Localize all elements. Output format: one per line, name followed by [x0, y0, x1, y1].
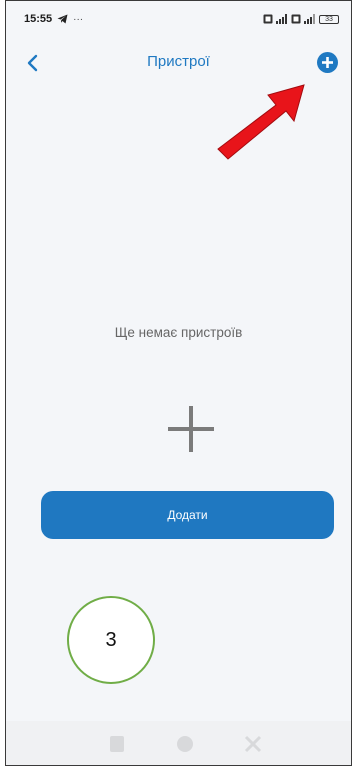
status-left: 15:55 ··· — [24, 13, 83, 25]
plus-icon[interactable] — [168, 406, 214, 452]
header: Пристрої — [6, 45, 351, 81]
step-badge: 3 — [67, 596, 155, 684]
signal-icon — [276, 14, 287, 24]
telegram-icon — [57, 14, 68, 24]
status-bar: 15:55 ··· 33 — [6, 1, 351, 37]
plus-circle-icon — [322, 57, 333, 68]
settings-icon[interactable] — [242, 733, 264, 755]
home-icon[interactable] — [174, 733, 196, 755]
battery-icon: 33 — [319, 14, 339, 24]
device-icon[interactable] — [106, 733, 128, 755]
page-title: Пристрої — [147, 53, 210, 70]
status-right: 33 — [263, 14, 339, 24]
phone-screen: 15:55 ··· 33 Пристрої Ще немає пристроїв… — [5, 0, 352, 766]
sim-card-icon — [263, 14, 273, 24]
add-button[interactable]: Додати — [41, 491, 334, 539]
annotation-arrow — [217, 84, 305, 160]
status-time: 15:55 — [24, 13, 53, 25]
status-more: ··· — [73, 13, 84, 25]
empty-state-message: Ще немає пристроїв — [114, 325, 243, 340]
sim-card-icon — [291, 14, 301, 24]
add-device-button[interactable] — [317, 52, 338, 73]
bottom-nav — [6, 721, 351, 765]
signal-icon — [304, 14, 315, 24]
